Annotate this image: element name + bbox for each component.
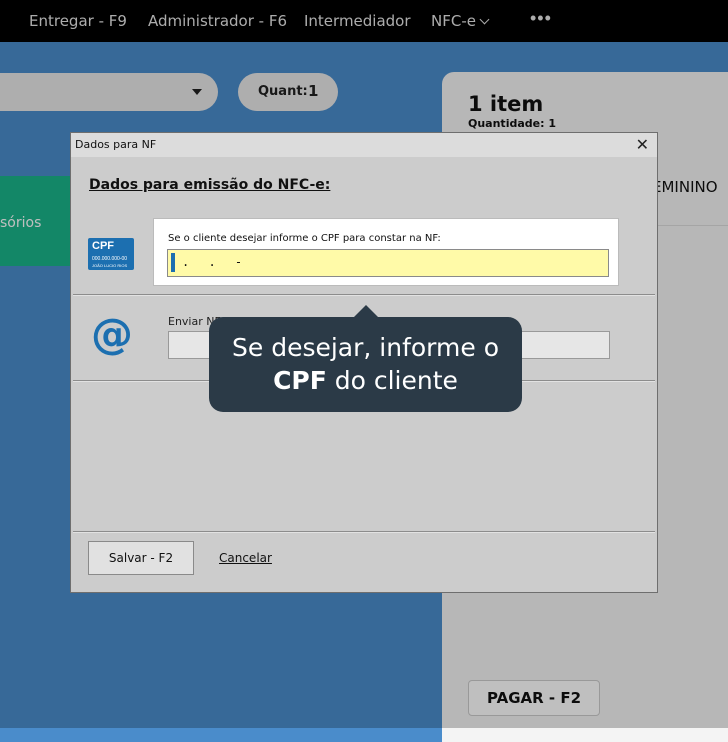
onboarding-tooltip: Se desejar, informe o CPF do cliente xyxy=(209,305,522,412)
dialog-title: Dados para NF xyxy=(75,138,157,151)
cpf-card-icon: CPF 000.000.000-00 JOÃO LUCIO RIOS xyxy=(88,238,134,270)
save-button[interactable]: Salvar - F2 xyxy=(88,541,194,575)
dialog-heading: Dados para emissão do NFC-e: xyxy=(89,177,331,193)
close-icon[interactable]: ✕ xyxy=(636,135,649,155)
tooltip-line1: Se desejar, informe o xyxy=(232,333,499,362)
dialog-titlebar: Dados para NF ✕ xyxy=(71,133,657,157)
footer-divider xyxy=(73,531,655,533)
cpf-field[interactable]: . . - xyxy=(167,249,609,277)
tooltip-line2: CPF do cliente xyxy=(209,366,522,395)
cpf-highlight-box: Se o cliente desejar informe o CPF para … xyxy=(154,219,618,285)
cpf-icon-number: 000.000.000-00 xyxy=(92,256,128,262)
cpf-label: Se o cliente desejar informe o CPF para … xyxy=(168,233,441,244)
section-divider xyxy=(73,294,655,296)
text-cursor xyxy=(171,253,175,272)
cpf-icon-text: CPF xyxy=(92,240,114,252)
cancel-link[interactable]: Cancelar xyxy=(219,551,272,565)
tooltip-arrow xyxy=(354,305,378,317)
cpf-icon-name: JOÃO LUCIO RIOS xyxy=(92,263,128,268)
tooltip-cpf-bold: CPF xyxy=(273,366,327,395)
at-email-icon: @ xyxy=(91,309,133,358)
tooltip-line2-rest: do cliente xyxy=(326,366,458,395)
cpf-mask: . . - xyxy=(182,255,249,269)
